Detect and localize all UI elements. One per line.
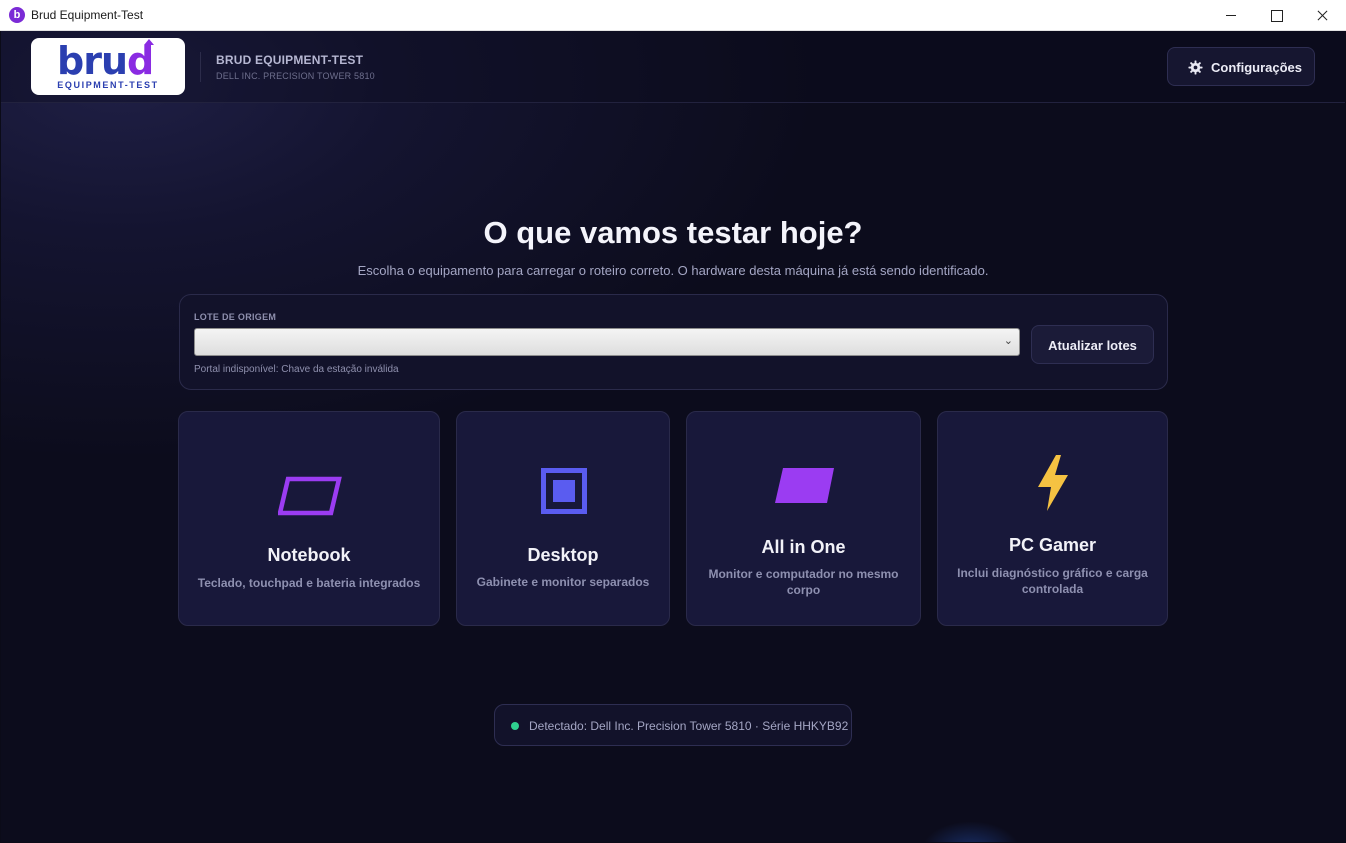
card-title: All in One <box>761 537 846 557</box>
card-description: Inclui diagnóstico gráfico e carga contr… <box>957 566 1148 596</box>
app-title: BRUD EQUIPMENT-TEST <box>216 53 364 67</box>
background-glow <box>921 821 1021 842</box>
lot-error-message: Portal indisponível: Chave da estação in… <box>194 364 399 375</box>
desktop-square-icon <box>541 468 587 514</box>
machine-name: DELL INC. PRECISION TOWER 5810 <box>216 71 375 81</box>
lot-label: LOTE DE ORIGEM <box>194 312 277 322</box>
app-root: brud EQUIPMENT-TEST BRUD EQUIPMENT-TEST … <box>1 31 1345 842</box>
chevron-down-icon: ⌄ <box>1003 335 1013 347</box>
app-icon: b <box>9 7 25 23</box>
card-title: Notebook <box>267 545 351 565</box>
monitor-filled-icon <box>775 468 834 503</box>
card-all-in-one[interactable]: All in One Monitor e computador no mesmo… <box>686 411 921 626</box>
refresh-lots-button[interactable]: Atualizar lotes <box>1031 325 1154 364</box>
gear-icon <box>1188 60 1203 75</box>
app-header: brud EQUIPMENT-TEST BRUD EQUIPMENT-TEST … <box>1 31 1345 103</box>
close-button[interactable] <box>1300 0 1346 31</box>
maximize-button[interactable] <box>1254 0 1300 31</box>
lightning-bolt-icon <box>1038 455 1068 511</box>
card-title: Desktop <box>527 545 599 565</box>
card-description: Gabinete e monitor separados <box>476 575 650 589</box>
card-title: PC Gamer <box>1008 535 1097 555</box>
window-title: Brud Equipment-Test <box>31 8 144 22</box>
header-divider <box>200 52 201 82</box>
lot-select[interactable]: ⌄ <box>194 328 1020 356</box>
logo-arrow-icon <box>144 39 154 56</box>
logo-wordmark: brud <box>57 39 154 83</box>
card-description: Teclado, touchpad e bateria integrados <box>197 576 421 590</box>
laptop-outline-icon <box>278 476 342 516</box>
card-description: Monitor e computador no mesmo corpo <box>708 567 899 597</box>
logo-wordmark-main: bru <box>57 39 128 83</box>
detected-hardware-badge: Detectado: Dell Inc. Precision Tower 581… <box>494 704 852 746</box>
card-pc-gamer[interactable]: PC Gamer Inclui diagnóstico gráfico e ca… <box>937 411 1168 626</box>
page-title: O que vamos testar hoje? <box>483 215 863 250</box>
window-titlebar: b Brud Equipment-Test <box>0 0 1346 31</box>
settings-button[interactable]: Configurações <box>1167 47 1315 86</box>
minimize-button[interactable] <box>1208 0 1254 31</box>
card-desktop[interactable]: Desktop Gabinete e monitor separados <box>456 411 670 626</box>
refresh-lots-label: Atualizar lotes <box>1048 338 1137 353</box>
detected-hardware-text: Detectado: Dell Inc. Precision Tower 581… <box>529 719 849 733</box>
logo-subtitle: EQUIPMENT-TEST <box>57 80 159 90</box>
brud-logo: brud EQUIPMENT-TEST <box>31 38 185 95</box>
lot-panel: LOTE DE ORIGEM ⌄ Portal indisponível: Ch… <box>179 294 1168 390</box>
status-dot <box>511 722 519 730</box>
page-subtitle: Escolha o equipamento para carregar o ro… <box>357 263 989 278</box>
card-notebook[interactable]: Notebook Teclado, touchpad e bateria int… <box>178 411 440 626</box>
settings-label: Configurações <box>1211 60 1303 75</box>
